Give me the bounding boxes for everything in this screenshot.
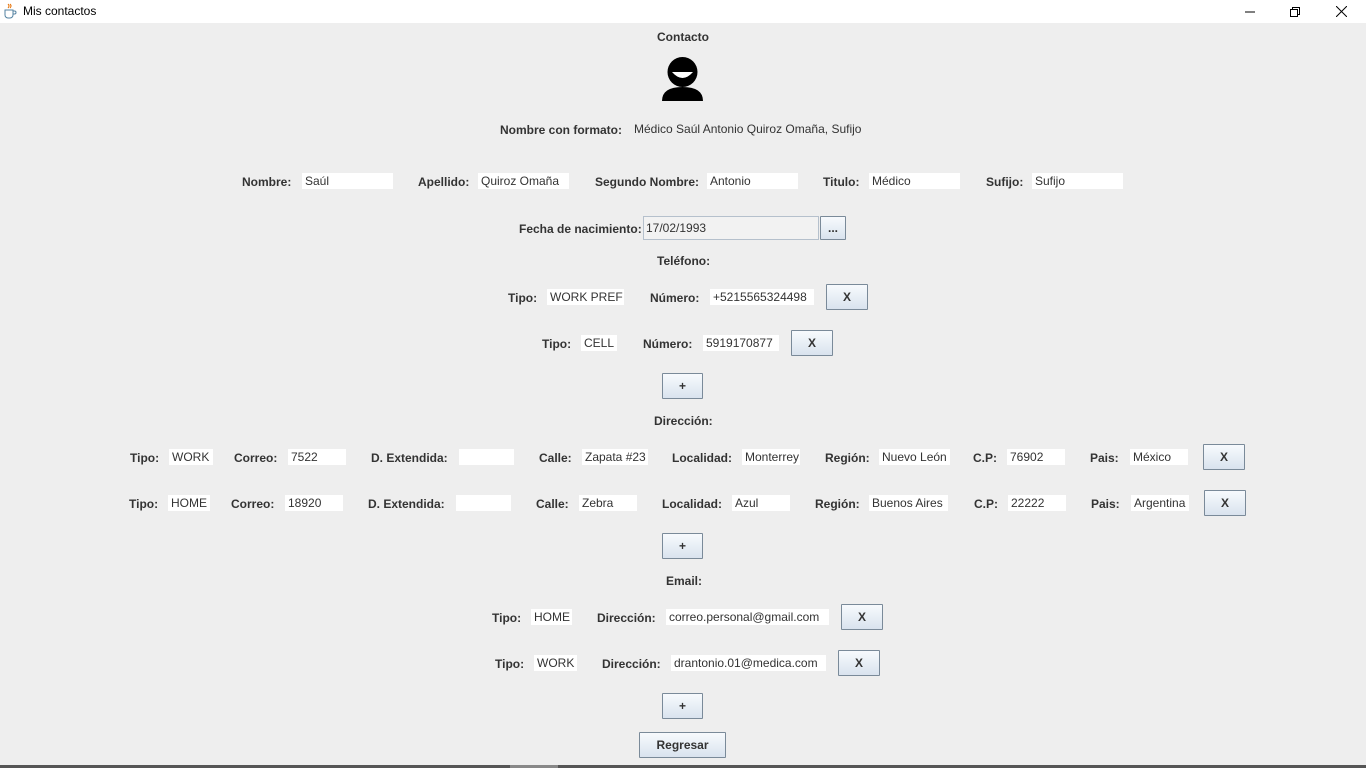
remove-email-button[interactable]: X — [841, 604, 883, 630]
address-type-label: Tipo: — [129, 497, 159, 511]
title-bar: Mis contactos — [0, 0, 1366, 23]
address-calle-field[interactable]: Zapata #23 — [582, 449, 648, 465]
titulo-field[interactable]: Médico — [869, 173, 960, 189]
address-cp-label: C.P: — [974, 497, 998, 511]
phone-type-label: Tipo: — [508, 291, 538, 305]
address-ext-label: D. Extendida: — [371, 451, 448, 465]
address-pais-label: Pais: — [1090, 451, 1119, 465]
address-calle-label: Calle: — [539, 451, 572, 465]
remove-address-button[interactable]: X — [1203, 444, 1245, 470]
address-cp-field[interactable]: 76902 — [1007, 449, 1065, 465]
date-picker-button[interactable]: ... — [820, 216, 846, 240]
phones-title: Teléfono: — [657, 254, 711, 268]
birthdate-label: Fecha de nacimiento: — [519, 222, 642, 236]
nombre-field[interactable]: Saúl — [302, 173, 393, 189]
minimize-button[interactable] — [1227, 0, 1273, 23]
close-button[interactable] — [1318, 0, 1364, 23]
minimize-icon — [1245, 11, 1255, 12]
back-button[interactable]: Regresar — [639, 732, 726, 758]
sufijo-label: Sufijo: — [986, 175, 1024, 189]
phone-type-field[interactable]: CELL — [581, 335, 617, 351]
address-cp-label: C.P: — [973, 451, 997, 465]
address-region-field[interactable]: Nuevo León — [879, 449, 950, 465]
address-calle-field[interactable]: Zebra — [579, 495, 637, 511]
address-localidad-label: Localidad: — [672, 451, 733, 465]
address-cp-field[interactable]: 22222 — [1008, 495, 1066, 511]
person-icon — [660, 55, 705, 101]
close-icon — [1335, 6, 1347, 17]
address-correo-field[interactable]: 7522 — [288, 449, 346, 465]
formatted-name-value: Médico Saúl Antonio Quiroz Omaña, Sufijo — [634, 122, 862, 136]
apellido-label: Apellido: — [418, 175, 470, 189]
add-email-button[interactable]: + — [662, 693, 703, 719]
remove-address-button[interactable]: X — [1204, 490, 1246, 516]
email-type-field[interactable]: HOME — [531, 609, 572, 625]
remove-phone-button[interactable]: X — [791, 330, 833, 356]
formatted-name-label: Nombre con formato: — [500, 123, 623, 137]
emails-title: Email: — [666, 574, 703, 588]
segundo-nombre-label: Segundo Nombre: — [595, 175, 699, 189]
titulo-label: Titulo: — [823, 175, 860, 189]
address-ext-label: D. Extendida: — [368, 497, 445, 511]
apellido-field[interactable]: Quiroz Omaña — [478, 173, 569, 189]
remove-phone-button[interactable]: X — [826, 284, 868, 310]
phone-number-label: Número: — [643, 337, 693, 351]
address-localidad-field[interactable]: Monterrey — [742, 449, 800, 465]
address-calle-label: Calle: — [536, 497, 569, 511]
phone-number-field[interactable]: 5919170877 — [703, 335, 779, 351]
address-localidad-field[interactable]: Azul — [732, 495, 790, 511]
address-region-field[interactable]: Buenos Aires — [869, 495, 948, 511]
address-correo-label: Correo: — [234, 451, 278, 465]
email-address-label: Dirección: — [602, 657, 661, 671]
address-pais-label: Pais: — [1091, 497, 1120, 511]
window-title: Mis contactos — [23, 4, 97, 18]
segundo-nombre-field[interactable]: Antonio — [707, 173, 798, 189]
addresses-title: Dirección: — [654, 414, 713, 428]
birthdate-field[interactable]: 17/02/1993 — [643, 216, 819, 240]
address-pais-field[interactable]: México — [1130, 449, 1188, 465]
add-phone-button[interactable]: + — [662, 373, 703, 399]
address-region-label: Región: — [825, 451, 870, 465]
phone-type-field[interactable]: WORK PREF — [547, 289, 624, 305]
java-cup-icon — [3, 3, 17, 19]
add-address-button[interactable]: + — [662, 533, 703, 559]
remove-email-button[interactable]: X — [838, 650, 880, 676]
address-ext-field[interactable] — [456, 495, 511, 511]
address-pais-field[interactable]: Argentina — [1131, 495, 1189, 511]
sufijo-field[interactable]: Sufijo — [1032, 173, 1123, 189]
address-ext-field[interactable] — [459, 449, 514, 465]
address-correo-label: Correo: — [231, 497, 275, 511]
phone-number-label: Número: — [650, 291, 700, 305]
restore-button[interactable] — [1272, 0, 1318, 23]
email-type-field[interactable]: WORK — [534, 655, 577, 671]
phone-type-label: Tipo: — [542, 337, 572, 351]
address-type-field[interactable]: HOME — [168, 495, 210, 511]
restore-icon — [1290, 6, 1300, 17]
address-region-label: Región: — [815, 497, 860, 511]
email-address-label: Dirección: — [597, 611, 656, 625]
address-correo-field[interactable]: 18920 — [285, 495, 343, 511]
email-address-field[interactable]: correo.personal@gmail.com — [666, 609, 829, 625]
phone-number-field[interactable]: +5215565324498 — [710, 289, 814, 305]
address-type-field[interactable]: WORK — [169, 449, 213, 465]
email-type-label: Tipo: — [492, 611, 522, 625]
address-localidad-label: Localidad: — [662, 497, 723, 511]
nombre-label: Nombre: — [242, 175, 292, 189]
email-type-label: Tipo: — [495, 657, 525, 671]
email-address-field[interactable]: drantonio.01@medica.com — [671, 655, 826, 671]
page-title: Contacto — [657, 30, 709, 44]
address-type-label: Tipo: — [130, 451, 160, 465]
